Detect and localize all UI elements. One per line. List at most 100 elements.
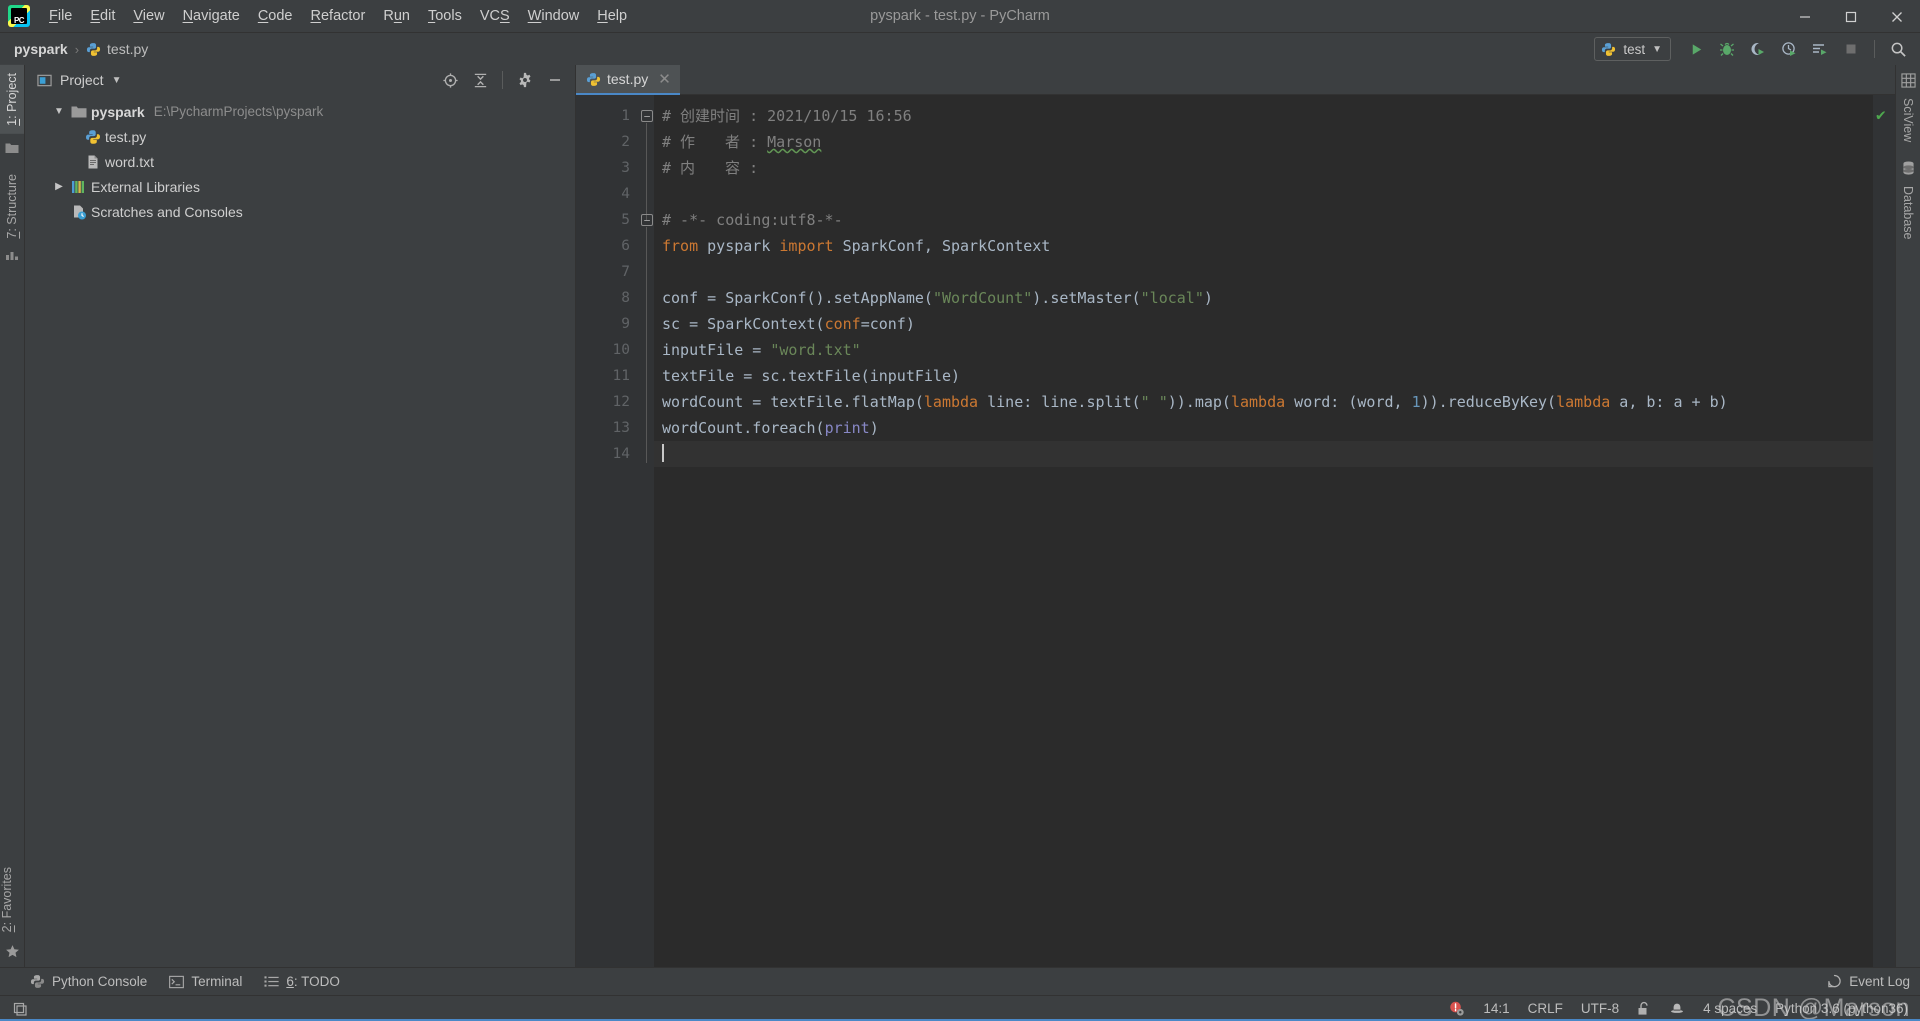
project-chevron-down-icon[interactable]: ▼ xyxy=(112,75,122,86)
line-number: 1 xyxy=(621,108,630,124)
tab-strip-filler xyxy=(679,65,1895,95)
lock-status[interactable] xyxy=(1637,1001,1651,1017)
run-configuration-selector[interactable]: test ▼ xyxy=(1594,37,1671,61)
chevron-down-icon[interactable]: ▼ xyxy=(51,106,67,117)
show-toolwindow-bars-icon[interactable] xyxy=(12,1001,28,1017)
menu-item-help[interactable]: Help xyxy=(588,4,636,28)
close-button[interactable] xyxy=(1874,0,1920,33)
line-number: 11 xyxy=(612,368,630,384)
collapse-all-button[interactable] xyxy=(466,67,494,93)
menu-item-view[interactable]: View xyxy=(124,4,173,28)
gear-icon[interactable] xyxy=(511,67,539,93)
code-line[interactable] xyxy=(654,441,1873,467)
python-interpreter[interactable]: Python 3.6 (python36) xyxy=(1775,1001,1908,1016)
sidebar-tab-project[interactable]: 1: Project xyxy=(0,65,24,134)
code-token: lambda xyxy=(1230,393,1286,411)
menu-item-file[interactable]: File xyxy=(40,4,81,28)
event-log-button[interactable]: Event Log xyxy=(1827,974,1910,989)
breadcrumb-file[interactable]: test.py xyxy=(86,41,148,57)
editor-inspection-rail[interactable]: ✔ xyxy=(1873,95,1895,967)
menu-item-code[interactable]: Code xyxy=(249,4,302,28)
git-branch-icon[interactable] xyxy=(1669,1001,1685,1017)
tree-node-external-libraries[interactable]: ▶ External Libraries xyxy=(25,174,575,199)
menu-item-window[interactable]: Window xyxy=(519,4,589,28)
menu-item-navigate[interactable]: Navigate xyxy=(174,4,249,28)
inspection-error-badge[interactable] xyxy=(1448,1000,1465,1017)
code-line[interactable]: # -*- coding:utf8-*- xyxy=(654,207,1873,233)
tree-node-scratches-and-consoles[interactable]: Scratches and Consoles xyxy=(25,199,575,224)
toolwindow-button-python-console[interactable]: Python Console xyxy=(30,974,147,989)
fold-marker-line1[interactable]: − xyxy=(641,110,653,122)
code-content[interactable]: # 创建时间 : 2021/10/15 16:56 # 作 者 : Marson #… xyxy=(654,95,1873,967)
code-line[interactable]: from pyspark import SparkConf, SparkCont… xyxy=(654,233,1873,259)
maximize-button[interactable] xyxy=(1828,0,1874,33)
indent-size[interactable]: 4 spaces xyxy=(1703,1001,1757,1016)
fold-region-line-2 xyxy=(646,227,647,463)
tree-node-pyspark[interactable]: ▼ pyspark E:\PycharmProjects\pyspark xyxy=(25,99,575,124)
line-number: 14 xyxy=(612,446,630,462)
sidebar-tab-structure[interactable]: 7: Structure xyxy=(0,166,24,247)
toolwindow-button-todo[interactable]: 6: TODO xyxy=(264,974,340,989)
tree-node-test-py[interactable]: test.py xyxy=(25,124,575,149)
code-line[interactable]: textFile = sc.textFile(inputFile) xyxy=(654,363,1873,389)
file-encoding[interactable]: UTF-8 xyxy=(1581,1001,1619,1016)
menu-bar: PC File Edit View Navigate Code Refactor… xyxy=(0,0,1920,33)
sidebar-tab-favorites[interactable]: 2: Favorites xyxy=(0,859,14,940)
run-with-coverage-button[interactable] xyxy=(1744,36,1772,62)
editor-tab-test-py[interactable]: test.py ✕ xyxy=(576,65,680,95)
todo-list-icon xyxy=(264,975,279,988)
code-token: lambda xyxy=(1556,393,1611,411)
database-cylinder-icon xyxy=(1901,150,1916,178)
sidebar-tab-sciview[interactable]: SciView xyxy=(1901,90,1915,150)
inspection-ok-icon: ✔ xyxy=(1876,105,1886,124)
libraries-icon xyxy=(71,180,87,194)
fold-marker-line5[interactable]: − xyxy=(641,214,653,226)
code-line[interactable]: # 内 容 : xyxy=(654,155,1873,181)
debug-button[interactable] xyxy=(1713,36,1741,62)
code-line[interactable] xyxy=(654,181,1873,207)
select-opened-file-button[interactable] xyxy=(436,67,464,93)
breadcrumb-project[interactable]: pyspark xyxy=(14,41,68,57)
code-token: a, b: a + b) xyxy=(1610,393,1728,411)
stop-button[interactable] xyxy=(1837,36,1865,62)
code-line[interactable]: wordCount = textFile.flatMap(lambda line… xyxy=(654,389,1873,415)
favorites-tab-label: 2: Favorites xyxy=(0,866,14,932)
line-separator[interactable]: CRLF xyxy=(1528,1001,1563,1016)
code-line[interactable]: conf = SparkConf().setAppName("WordCount… xyxy=(654,285,1873,311)
event-log-icon xyxy=(1827,974,1842,989)
code-line[interactable]: sc = SparkContext(conf=conf) xyxy=(654,311,1873,337)
run-with-console-button[interactable] xyxy=(1806,36,1834,62)
close-icon[interactable]: ✕ xyxy=(658,70,671,88)
search-everywhere-button[interactable] xyxy=(1884,36,1912,62)
terminal-icon xyxy=(169,975,185,989)
hide-panel-button[interactable] xyxy=(541,67,569,93)
code-line[interactable]: wordCount.foreach(print) xyxy=(654,415,1873,441)
menu-item-vcs[interactable]: VCS xyxy=(471,4,519,28)
run-configuration-label: test xyxy=(1623,41,1646,57)
line-number: 10 xyxy=(612,342,630,358)
run-button[interactable] xyxy=(1682,36,1710,62)
profile-button[interactable] xyxy=(1775,36,1803,62)
code-line[interactable] xyxy=(654,259,1873,285)
toolwindow-button-terminal[interactable]: Terminal xyxy=(169,974,242,989)
caret-position[interactable]: 14:1 xyxy=(1483,1001,1509,1016)
project-panel-header: Project ▼ xyxy=(25,65,575,95)
python-file-icon xyxy=(86,42,101,57)
sidebar-tab-database[interactable]: Database xyxy=(1901,178,1915,248)
python-console-icon xyxy=(30,974,45,989)
tree-node-label: pyspark xyxy=(91,103,145,120)
menu-item-tools[interactable]: Tools xyxy=(419,4,471,28)
minimize-button[interactable] xyxy=(1782,0,1828,33)
menu-item-run[interactable]: Run xyxy=(374,4,419,28)
tree-node-word-txt[interactable]: word.txt xyxy=(25,149,575,174)
code-line[interactable]: inputFile = "word.txt" xyxy=(654,337,1873,363)
python-file-icon xyxy=(586,72,601,87)
code-token: pyspark xyxy=(698,237,780,255)
code-line[interactable]: # 创建时间 : 2021/10/15 16:56 xyxy=(654,103,1873,129)
chevron-right-icon[interactable]: ▶ xyxy=(51,181,67,192)
code-line[interactable]: # 作 者 : Marson xyxy=(654,129,1873,155)
menu-item-edit[interactable]: Edit xyxy=(81,4,124,28)
code-editor[interactable]: 1 2 3 4 5 6 7 8 9 10 11 12 13 14 − − # 创建时间 : 2021/10… xyxy=(576,95,1895,967)
menu-item-refactor[interactable]: Refactor xyxy=(302,4,375,28)
code-token: "local" xyxy=(1140,289,1204,307)
